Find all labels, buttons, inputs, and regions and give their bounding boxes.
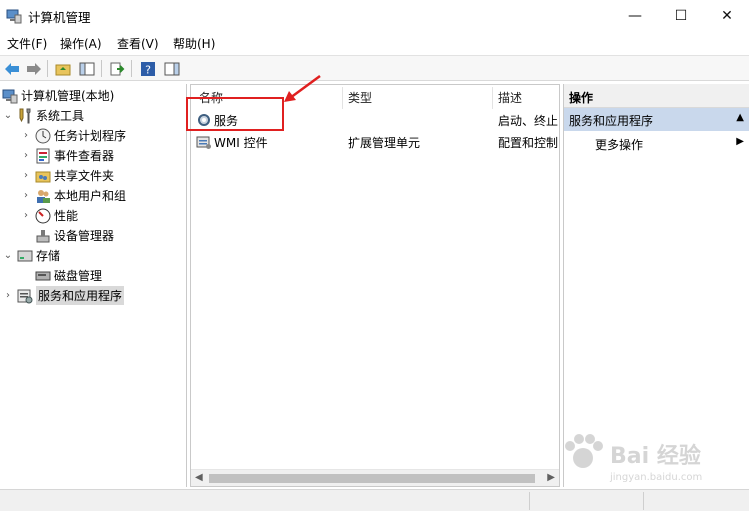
tree-item-label: 事件查看器 <box>54 149 115 163</box>
tree-item-label: 磁盘管理 <box>54 269 103 283</box>
horizontal-scrollbar[interactable]: ◀ ▶ <box>191 469 559 486</box>
chevron-right-icon[interactable]: › <box>20 150 32 161</box>
tree-item-local-users[interactable]: › 本地用户和组 <box>20 186 126 205</box>
tree-item-label: 存储 <box>36 249 61 263</box>
minimize-button[interactable]: — <box>612 0 658 31</box>
storage-icon <box>17 248 33 264</box>
toolbar: ? <box>0 55 749 81</box>
console-tree: 计算机管理(本地) ⌄ 系统工具 › 任务计划程序 › 事件查看器 › 共享文件… <box>0 84 187 487</box>
back-icon[interactable] <box>2 59 22 78</box>
performance-icon <box>35 208 51 224</box>
status-bar <box>0 489 749 511</box>
tree-item-performance[interactable]: › 性能 <box>20 206 78 225</box>
disk-icon <box>35 268 51 284</box>
results-list: 名称 类型 描述 服务 启动、终止 WMI 控件 扩展管理单元 配置和控制 ◀ … <box>190 84 560 487</box>
tree-item-device-manager[interactable]: 设备管理器 <box>35 226 114 245</box>
tree-item-root[interactable]: 计算机管理(本地) <box>2 86 114 105</box>
clock-icon <box>35 128 51 144</box>
column-header-type[interactable]: 类型 <box>348 89 372 109</box>
title-bar: 计算机管理 — ☐ ✕ <box>0 0 749 31</box>
tree-item-label: 计算机管理(本地) <box>21 89 115 103</box>
tree-item-label: 性能 <box>54 209 79 223</box>
chevron-right-icon[interactable]: › <box>20 190 32 201</box>
list-item-name: WMI 控件 <box>214 136 268 150</box>
chevron-right-icon[interactable]: › <box>2 290 14 301</box>
show-hide-action-pane-icon[interactable] <box>162 59 182 78</box>
tree-item-label: 系统工具 <box>36 109 85 123</box>
annotation-arrow-icon <box>284 74 321 102</box>
collapse-up-icon[interactable]: ▲ <box>736 112 744 123</box>
actions-section-label: 服务和应用程序 <box>569 114 654 128</box>
svg-text:?: ? <box>145 63 151 76</box>
column-header-description[interactable]: 描述 <box>498 89 522 109</box>
scroll-right-icon[interactable]: ▶ <box>547 472 555 483</box>
computer-management-icon <box>6 8 22 24</box>
wmi-control-icon <box>196 134 212 153</box>
menu-action[interactable]: 操作(A) <box>60 35 102 52</box>
chevron-down-icon[interactable]: ⌄ <box>2 250 14 261</box>
show-hide-tree-icon[interactable] <box>77 59 97 78</box>
menu-bar: 文件(F) 操作(A) 查看(V) 帮助(H) <box>0 31 749 53</box>
chevron-right-icon[interactable]: › <box>20 170 32 181</box>
tree-item-services-apps[interactable]: › 服务和应用程序 <box>2 286 125 305</box>
tree-item-disk-management[interactable]: 磁盘管理 <box>35 266 102 285</box>
actions-pane: 操作 服务和应用程序 ▲ 更多操作 ▶ <box>563 84 749 487</box>
list-item-description: 启动、终止 <box>498 114 558 128</box>
device-manager-icon <box>35 228 51 244</box>
services-apps-icon <box>17 288 33 304</box>
chevron-right-icon[interactable]: › <box>20 130 32 141</box>
event-log-icon <box>35 148 51 164</box>
submenu-arrow-icon: ▶ <box>736 136 744 147</box>
tree-item-label: 本地用户和组 <box>54 189 127 203</box>
paw-logo-icon <box>565 434 603 468</box>
tree-item-storage[interactable]: ⌄ 存储 <box>2 246 60 265</box>
list-item-wmi-control[interactable]: WMI 控件 扩展管理单元 配置和控制 <box>191 132 559 152</box>
menu-view[interactable]: 查看(V) <box>117 35 159 52</box>
computer-management-icon <box>2 88 18 104</box>
menu-file[interactable]: 文件(F) <box>7 35 47 52</box>
chevron-down-icon[interactable]: ⌄ <box>2 110 14 121</box>
export-list-icon[interactable] <box>107 59 127 78</box>
tree-item-system-tools[interactable]: ⌄ 系统工具 <box>2 106 84 125</box>
watermark-brand: Bai 经验 <box>610 444 701 469</box>
tools-icon <box>17 108 33 124</box>
actions-pane-title: 操作 <box>564 84 749 108</box>
menu-help[interactable]: 帮助(H) <box>173 35 215 52</box>
up-folder-icon[interactable] <box>53 59 73 78</box>
watermark-url: jingyan.baidu.com <box>610 472 703 483</box>
actions-section-services-apps[interactable]: 服务和应用程序 ▲ <box>564 108 749 131</box>
tree-item-label: 服务和应用程序 <box>36 286 125 305</box>
close-button[interactable]: ✕ <box>704 0 749 31</box>
scrollbar-thumb[interactable] <box>209 474 535 483</box>
shared-folder-icon <box>35 168 51 184</box>
window-title: 计算机管理 <box>28 10 91 25</box>
baidu-jingyan-watermark: Bai 经验 jingyan.baidu.com <box>560 432 740 492</box>
help-icon[interactable]: ? <box>138 59 158 78</box>
chevron-right-icon[interactable]: › <box>20 210 32 221</box>
list-item-description: 配置和控制 <box>498 136 558 150</box>
scroll-left-icon[interactable]: ◀ <box>195 472 203 483</box>
forward-icon[interactable] <box>24 59 44 78</box>
tree-item-label: 设备管理器 <box>54 229 115 243</box>
more-actions-item[interactable]: 更多操作 ▶ <box>564 133 749 153</box>
tree-item-label: 共享文件夹 <box>54 169 115 183</box>
users-icon <box>35 188 51 204</box>
list-item-type: 扩展管理单元 <box>348 136 421 150</box>
highlight-box <box>186 97 284 131</box>
tree-item-event-viewer[interactable]: › 事件查看器 <box>20 146 114 165</box>
tree-item-task-scheduler[interactable]: › 任务计划程序 <box>20 126 126 145</box>
maximize-button[interactable]: ☐ <box>658 0 704 31</box>
tree-item-label: 任务计划程序 <box>54 129 127 143</box>
more-actions-label: 更多操作 <box>595 138 644 152</box>
tree-item-shared-folders[interactable]: › 共享文件夹 <box>20 166 114 185</box>
